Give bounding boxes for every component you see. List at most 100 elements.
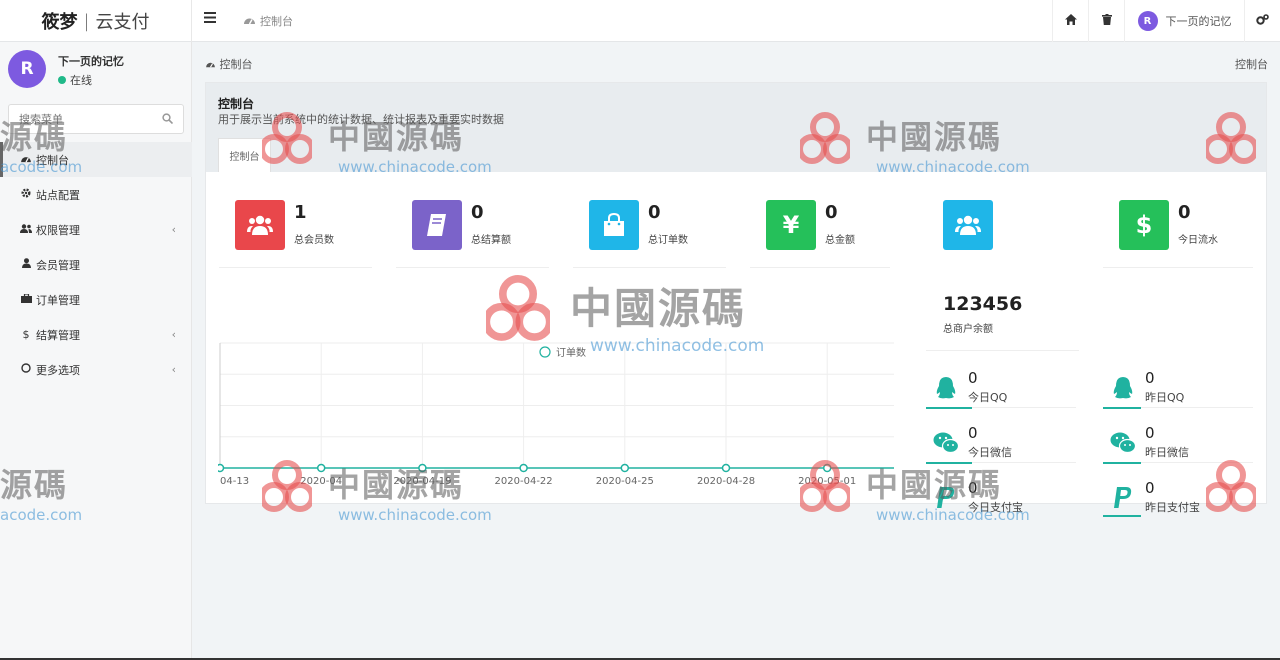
- cogs-icon: [1256, 13, 1269, 29]
- breadcrumb-right: 控制台: [1235, 58, 1268, 71]
- user-menu[interactable]: R 下一页的记忆: [1124, 0, 1244, 42]
- sidebar-item-site-config[interactable]: 站点配置: [0, 177, 192, 212]
- x-tick-label: 2020-04: [300, 476, 342, 487]
- dashboard-icon: [243, 15, 256, 28]
- data-point: [316, 463, 326, 473]
- sidebar-search: [8, 104, 184, 134]
- stat-label: 今日流水: [1178, 235, 1218, 246]
- dollar-icon: $: [22, 328, 30, 341]
- x-tick-label: 04-13: [220, 476, 249, 487]
- stat-value: 0: [968, 424, 978, 442]
- balance-value: 123456: [943, 293, 1023, 315]
- yen-icon: ¥: [766, 200, 816, 250]
- stat-today-alipay: 0 今日支付宝: [926, 475, 1076, 525]
- sidebar-item-members[interactable]: 会员管理: [0, 247, 192, 282]
- breadcrumb: 控制台: [205, 56, 253, 72]
- stat-today-wechat: 0 今日微信: [926, 420, 1076, 470]
- users-icon: [235, 200, 285, 250]
- chevron-left-icon: ‹: [171, 363, 176, 376]
- circle-icon: [18, 363, 34, 376]
- logo-separator: |: [83, 10, 90, 32]
- data-point: [418, 463, 427, 473]
- stat-label: 总结算额: [471, 235, 511, 246]
- stat-label: 昨日微信: [1145, 446, 1189, 459]
- stat-label: 总订单数: [648, 235, 688, 246]
- cog-icon: [18, 188, 34, 201]
- stat-value: 0: [1178, 202, 1191, 223]
- stat-value: 0: [1145, 424, 1155, 442]
- stat-label: 昨日QQ: [1145, 391, 1185, 404]
- paypal-icon: [1108, 483, 1138, 513]
- qq-icon: [931, 373, 961, 403]
- book-icon: [412, 200, 462, 250]
- stat-yesterday-qq: 0 昨日QQ: [1103, 365, 1253, 415]
- stat-label: 今日QQ: [968, 391, 1008, 404]
- settings-button[interactable]: [1244, 0, 1280, 42]
- stat-value: 0: [825, 202, 838, 223]
- user-menu-label: 下一页的记忆: [1165, 15, 1232, 28]
- sidebar-item-label: 结算管理: [36, 328, 80, 342]
- users-icon: [18, 223, 34, 236]
- stat-total-orders: 0 总订单数: [573, 172, 726, 268]
- sidebar-item-label: 更多选项: [36, 363, 80, 377]
- sidebar-item-label: 控制台: [36, 153, 69, 167]
- search-icon[interactable]: [162, 113, 174, 127]
- stat-value: 0: [968, 479, 978, 497]
- status-badge: 在线: [58, 72, 92, 88]
- users-icon: [943, 200, 993, 250]
- shopping-bag-icon: [589, 200, 639, 250]
- sidebar-item-label: 会员管理: [36, 258, 80, 272]
- x-tick-label: 2020-04-25: [596, 476, 654, 487]
- logo-text: 云支付: [95, 12, 150, 33]
- user-name: 下一页的记忆: [58, 55, 124, 68]
- bars-icon[interactable]: [204, 12, 216, 27]
- sidebar-item-settlement[interactable]: $ 结算管理 ‹: [0, 317, 192, 352]
- logo-bold-text: 筱梦: [41, 12, 78, 33]
- stat-yesterday-alipay: 0 昨日支付宝: [1103, 475, 1253, 525]
- x-tick-label: 2020-04-22: [495, 476, 553, 487]
- sidebar-item-label: 订单管理: [36, 293, 80, 307]
- dashboard-icon: [18, 153, 34, 166]
- dollar-icon: $: [1119, 200, 1169, 250]
- top-navbar: 筱梦 | 云支付 控制台 R 下一页的记忆: [0, 0, 1280, 42]
- sidebar-item-permissions[interactable]: 权限管理 ‹: [0, 212, 192, 247]
- x-tick-label: 2020-04-19: [393, 476, 451, 487]
- wechat-icon: [1108, 428, 1138, 458]
- stat-label: 今日支付宝: [968, 501, 1023, 514]
- stat-label: 总会员数: [294, 235, 334, 246]
- tab-dashboard-panel[interactable]: 控制台: [218, 138, 271, 172]
- legend-marker: [539, 346, 551, 358]
- sidebar-item-more[interactable]: 更多选项 ‹: [0, 352, 192, 387]
- breadcrumb-item[interactable]: 控制台: [220, 58, 253, 71]
- clear-cache-button[interactable]: [1088, 0, 1124, 42]
- stat-value: 0: [648, 202, 661, 223]
- avatar: R: [1137, 11, 1158, 31]
- sidebar-item-dashboard[interactable]: 控制台: [0, 142, 192, 177]
- data-point: [519, 463, 528, 473]
- sidebar-item-label: 站点配置: [36, 188, 80, 202]
- stat-value: 0: [471, 202, 484, 223]
- wechat-icon: [931, 428, 961, 458]
- brand-logo[interactable]: 筱梦 | 云支付: [0, 0, 192, 42]
- online-dot-icon: [58, 76, 66, 84]
- stat-total-settlement: 0 总结算额: [396, 172, 549, 268]
- sidebar-item-orders[interactable]: 订单管理: [0, 282, 192, 317]
- data-point: [215, 463, 225, 473]
- x-tick-label: 2020-04-28: [697, 476, 755, 487]
- search-input[interactable]: [9, 105, 149, 133]
- main-content: 控制台 控制台 控制台 用于展示当前系统中的统计数据、统计报表及重要实时数据 控…: [192, 42, 1280, 660]
- stat-label: 昨日支付宝: [1145, 501, 1200, 514]
- home-button[interactable]: [1052, 0, 1088, 42]
- home-icon: [1064, 14, 1077, 28]
- data-point: [620, 463, 630, 473]
- tab-dashboard[interactable]: 控制台: [243, 13, 293, 29]
- dashboard-icon: [205, 58, 216, 71]
- briefcase-icon: [18, 293, 34, 306]
- stat-value: 0: [1145, 479, 1155, 497]
- qq-icon: [1108, 373, 1138, 403]
- status-text: 在线: [70, 74, 92, 87]
- stat-label: 今日微信: [968, 446, 1012, 459]
- stat-value: 1: [294, 202, 307, 223]
- orders-line-chart: 订单数 04-13 2020-04 2020-04-19 2020-04-22 2020-…: [215, 323, 896, 493]
- dashboard-panel: 控制台 用于展示当前系统中的统计数据、统计报表及重要实时数据 控制台 1 总会员…: [205, 82, 1267, 517]
